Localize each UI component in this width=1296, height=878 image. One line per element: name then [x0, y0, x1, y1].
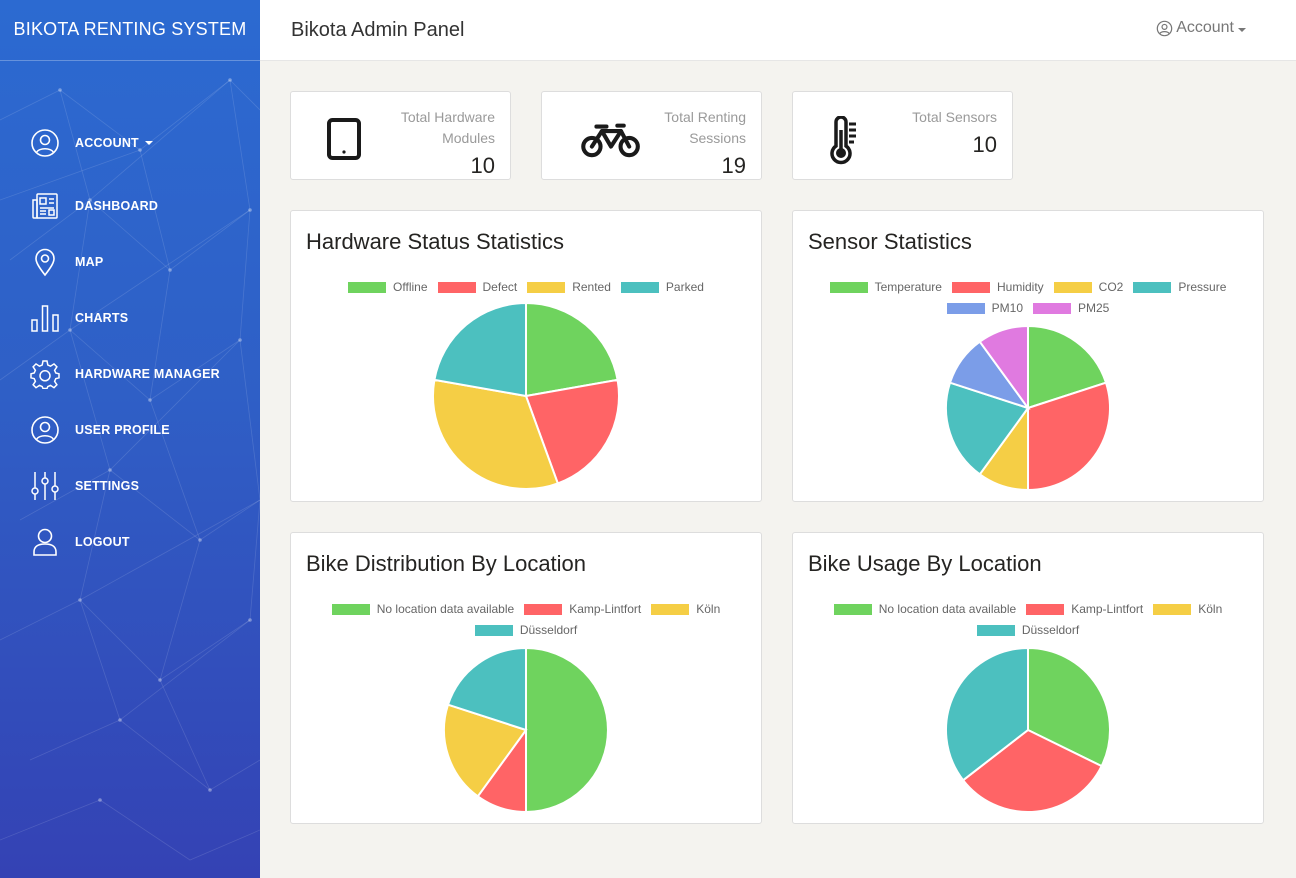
stat-value: 10 [470, 153, 495, 178]
tablet-icon [327, 118, 361, 160]
pie-slice-parked[interactable] [433, 301, 527, 398]
chart-card-sensor-statistics: Sensor Statistics Temperature Humidity CO2… [792, 210, 1264, 502]
stat-value: 10 [972, 132, 997, 157]
caret-down-icon [144, 141, 153, 145]
brand-title[interactable]: BIKOTA RENTING SYSTEM [0, 0, 260, 61]
pie-slice-no-location-data-available[interactable] [525, 646, 609, 814]
stat-label: Total Renting Sessions [664, 109, 746, 146]
stat-card-sensors: Total Sensors 10 [792, 91, 1013, 180]
sidebar-item-charts[interactable]: CHARTS [0, 290, 260, 346]
sidebar-item-logout[interactable]: LOGOUT [0, 514, 260, 570]
sidebar-item-user-profile[interactable]: USER PROFILE [0, 402, 260, 458]
thermometer-icon [830, 116, 856, 165]
bar-chart-icon [30, 303, 60, 333]
sidebar: BIKOTA RENTING SYSTEM ACCOUNT DASHBOARD … [0, 0, 260, 878]
map-pin-icon [30, 247, 60, 277]
pie-chart [443, 646, 609, 814]
sliders-icon [30, 471, 60, 501]
user-circle-icon [30, 415, 60, 445]
account-dropdown[interactable]: Account [1156, 19, 1246, 37]
sidebar-item-hardware-manager[interactable]: HARDWARE MANAGER [0, 346, 260, 402]
sidebar-item-label: LOGOUT [75, 535, 130, 549]
page-title: Bikota Admin Panel [291, 19, 465, 41]
sidebar-item-label: HARDWARE MANAGER [75, 367, 220, 381]
sidebar-item-map[interactable]: MAP [0, 234, 260, 290]
chart-card-hardware-status: Hardware Status Statistics Offline Defect… [290, 210, 762, 502]
sidebar-item-account[interactable]: ACCOUNT [0, 108, 260, 178]
user-circle-icon [30, 128, 60, 158]
dashboard-icon [30, 191, 60, 221]
pie-chart [945, 646, 1111, 813]
chart-card-bike-distribution: Bike Distribution By Location No locatio… [290, 532, 762, 824]
stat-card-renting-sessions: Total Renting Sessions 19 [541, 91, 762, 180]
sidebar-item-label: SETTINGS [75, 479, 140, 493]
stat-card-hardware-modules: Total Hardware Modules 10 [290, 91, 511, 180]
account-label: Account [1176, 19, 1234, 36]
sidebar-item-label: CHARTS [75, 311, 129, 325]
sidebar-item-label: USER PROFILE [75, 423, 170, 437]
chart-card-bike-usage: Bike Usage By Location No location data … [792, 532, 1264, 824]
stat-value: 19 [721, 153, 746, 178]
sidebar-item-dashboard[interactable]: DASHBOARD [0, 178, 260, 234]
sidebar-item-label: MAP [75, 255, 104, 269]
top-navbar: Bikota Admin Panel Account [260, 0, 1296, 61]
sidebar-item-label: ACCOUNT [75, 136, 139, 150]
pie-chart [945, 324, 1111, 492]
gear-icon [30, 359, 60, 389]
stat-label: Total Sensors [912, 109, 997, 125]
user-icon [30, 527, 60, 557]
stat-label: Total Hardware Modules [400, 109, 495, 146]
pie-chart [432, 301, 620, 490]
caret-down-icon [1238, 27, 1246, 32]
sidebar-item-settings[interactable]: SETTINGS [0, 458, 260, 514]
user-circle-icon [1156, 20, 1173, 36]
sidebar-item-label: DASHBOARD [75, 199, 159, 213]
sidebar-nav: ACCOUNT DASHBOARD MAP CHARTS HARDWARE MA… [0, 61, 260, 570]
